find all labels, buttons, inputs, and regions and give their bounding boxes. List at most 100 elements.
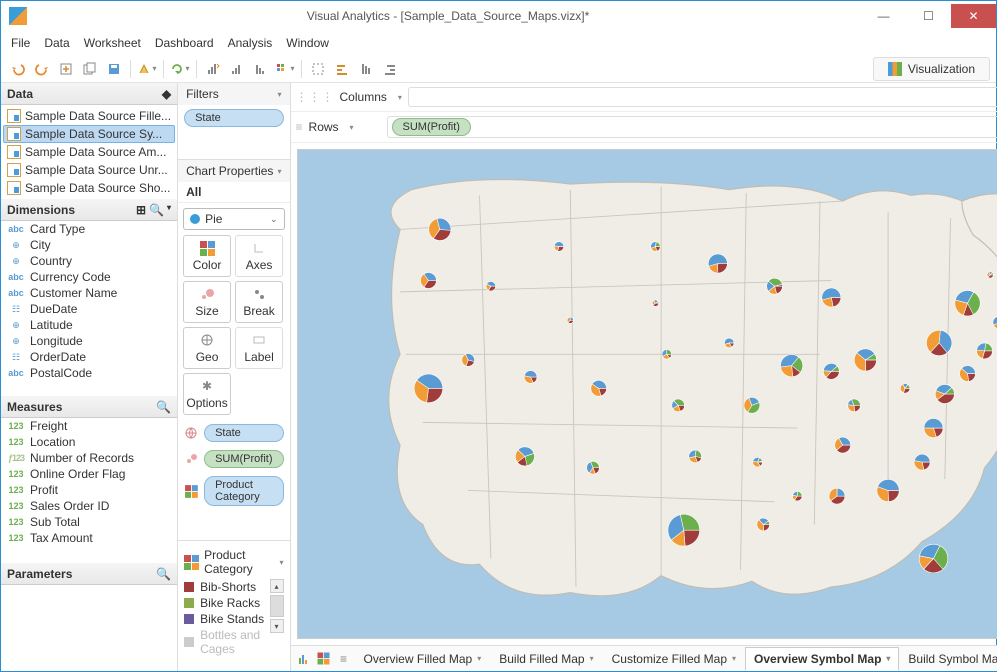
dimension-field[interactable]: abcPostalCode	[1, 365, 177, 381]
data-source-item[interactable]: Sample Data Source Am...	[3, 143, 175, 161]
search-icon[interactable]: 🔍	[156, 400, 171, 414]
fit-button[interactable]	[307, 58, 329, 80]
filters-header[interactable]: Filters ▾	[178, 83, 289, 105]
data-source-item[interactable]: Sample Data Source Fille...	[3, 107, 175, 125]
clear-button[interactable]: ▾	[136, 58, 158, 80]
worksheet-tab[interactable]: Customize Filled Map▾	[603, 647, 745, 671]
legend-item[interactable]: Bottles and Cages	[184, 627, 269, 657]
prop-options-button[interactable]: ✱Options	[183, 373, 231, 415]
measures-header[interactable]: Measures 🔍	[1, 396, 177, 418]
close-button[interactable]: ✕	[951, 4, 996, 28]
menu-dashboard[interactable]: Dashboard	[155, 36, 214, 50]
worksheet-tab[interactable]: Build Symbol Map▾	[899, 647, 997, 671]
scroll-up-button[interactable]: ▴	[270, 579, 284, 593]
visualization-button[interactable]: Visualization	[873, 57, 990, 81]
dimension-field[interactable]: abcCard Type	[1, 221, 177, 237]
undo-button[interactable]	[7, 58, 29, 80]
refresh-button[interactable]: ▾	[169, 58, 191, 80]
align-h-button[interactable]	[331, 58, 353, 80]
prop-break-button[interactable]: Break	[235, 281, 283, 323]
legend-item[interactable]: Bike Racks	[184, 595, 269, 611]
align-v-button[interactable]	[355, 58, 377, 80]
search-icon[interactable]: 🔍	[156, 567, 171, 581]
shelf-pill[interactable]: State	[204, 424, 283, 442]
dropdown-icon[interactable]: ▾	[167, 203, 171, 217]
measure-field[interactable]: 123Sales Order ID	[1, 498, 177, 514]
prop-color-button[interactable]: Color	[183, 235, 231, 277]
data-source-item[interactable]: Sample Data Source Unr...	[3, 161, 175, 179]
menu-data[interactable]: Data	[44, 36, 69, 50]
menu-file[interactable]: File	[11, 36, 30, 50]
dimension-field[interactable]: ☷OrderDate	[1, 349, 177, 365]
save-button[interactable]	[103, 58, 125, 80]
shelf-icon	[184, 426, 198, 440]
swap-button[interactable]	[202, 58, 224, 80]
align-r-button[interactable]	[379, 58, 401, 80]
list-icon[interactable]: ≡	[335, 650, 353, 668]
sort-desc-button[interactable]	[250, 58, 272, 80]
measure-field[interactable]: 123Location	[1, 434, 177, 450]
rows-pill-profit[interactable]: SUM(Profit)	[392, 118, 471, 136]
dimension-field[interactable]: ☷DueDate	[1, 301, 177, 317]
dimension-field[interactable]: ⊕Country	[1, 253, 177, 269]
dimension-field[interactable]: ⊕City	[1, 237, 177, 253]
sort-asc-button[interactable]	[226, 58, 248, 80]
chevron-down-icon: ▾	[278, 167, 282, 176]
new-dashboard-icon[interactable]	[315, 650, 333, 668]
measure-field[interactable]: 123Sub Total	[1, 514, 177, 530]
legend-header[interactable]: Product Category ▾	[184, 545, 283, 579]
legend-item[interactable]: Bike Stands	[184, 611, 269, 627]
measure-field[interactable]: ƒ123Number of Records	[1, 450, 177, 466]
all-label: All	[178, 182, 289, 203]
measure-field[interactable]: 123Profit	[1, 482, 177, 498]
encoding-shelf[interactable]: SUM(Profit)	[178, 446, 289, 472]
new-worksheet-icon[interactable]	[295, 650, 313, 668]
measure-field[interactable]: 123Freight	[1, 418, 177, 434]
dimensions-header[interactable]: Dimensions ⊞ 🔍 ▾	[1, 199, 177, 221]
legend-item[interactable]: Bib-Shorts	[184, 579, 269, 595]
redo-button[interactable]	[31, 58, 53, 80]
menu-window[interactable]: Window	[286, 36, 329, 50]
menu-worksheet[interactable]: Worksheet	[84, 36, 141, 50]
rows-shelf[interactable]: SUM(Profit)	[387, 116, 997, 138]
prop-size-button[interactable]: Size	[183, 281, 231, 323]
properties-grid: ColorAxesSizeBreakGeoLabel✱Options	[178, 235, 289, 420]
data-source-item[interactable]: Sample Data Source Sy...	[3, 125, 175, 143]
data-source-item[interactable]: Sample Data Source Sho...	[3, 179, 175, 197]
scroll-thumb[interactable]	[270, 595, 284, 617]
maximize-button[interactable]: ☐	[906, 4, 951, 28]
chart-properties-header[interactable]: Chart Properties ▾	[178, 160, 289, 182]
data-sources-list: Sample Data Source Fille...Sample Data S…	[1, 105, 177, 199]
chart-type-button[interactable]: ▾	[274, 58, 296, 80]
measure-field[interactable]: 123Online Order Flag	[1, 466, 177, 482]
map-visualization[interactable]	[297, 149, 997, 639]
shelf-pill[interactable]: SUM(Profit)	[204, 450, 283, 468]
dimension-field[interactable]: abcCustomer Name	[1, 285, 177, 301]
encoding-shelves: State SUM(Profit) Product Category	[178, 420, 289, 510]
data-header[interactable]: Data ◆	[1, 83, 177, 105]
table-icon[interactable]: ⊞	[136, 203, 146, 217]
columns-shelf[interactable]	[408, 87, 997, 107]
dimension-field[interactable]: abcCurrency Code	[1, 269, 177, 285]
new-sheet-button[interactable]	[55, 58, 77, 80]
scroll-down-button[interactable]: ▾	[270, 619, 284, 633]
dimension-field[interactable]: ⊕Longitude	[1, 333, 177, 349]
titlebar: Visual Analytics - [Sample_Data_Source_M…	[1, 1, 996, 31]
measure-field[interactable]: 123Tax Amount	[1, 530, 177, 546]
encoding-shelf[interactable]: Product Category	[178, 472, 289, 510]
filter-pill-state[interactable]: State	[184, 109, 283, 127]
minimize-button[interactable]: —	[861, 4, 906, 28]
worksheet-tab[interactable]: Overview Filled Map▾	[355, 647, 491, 671]
search-icon[interactable]: 🔍	[149, 203, 164, 217]
dimension-field[interactable]: ⊕Latitude	[1, 317, 177, 333]
worksheet-tab[interactable]: Build Filled Map▾	[490, 647, 602, 671]
data-menu-icon[interactable]: ◆	[162, 87, 171, 101]
mark-type-select[interactable]: Pie ⌄	[183, 208, 284, 230]
duplicate-button[interactable]	[79, 58, 101, 80]
menu-analysis[interactable]: Analysis	[228, 36, 273, 50]
prop-geo-button[interactable]: Geo	[183, 327, 231, 369]
encoding-shelf[interactable]: State	[178, 420, 289, 446]
worksheet-tab[interactable]: Overview Symbol Map▾	[745, 647, 899, 671]
parameters-header[interactable]: Parameters 🔍	[1, 563, 177, 585]
shelf-pill[interactable]: Product Category	[204, 476, 283, 506]
